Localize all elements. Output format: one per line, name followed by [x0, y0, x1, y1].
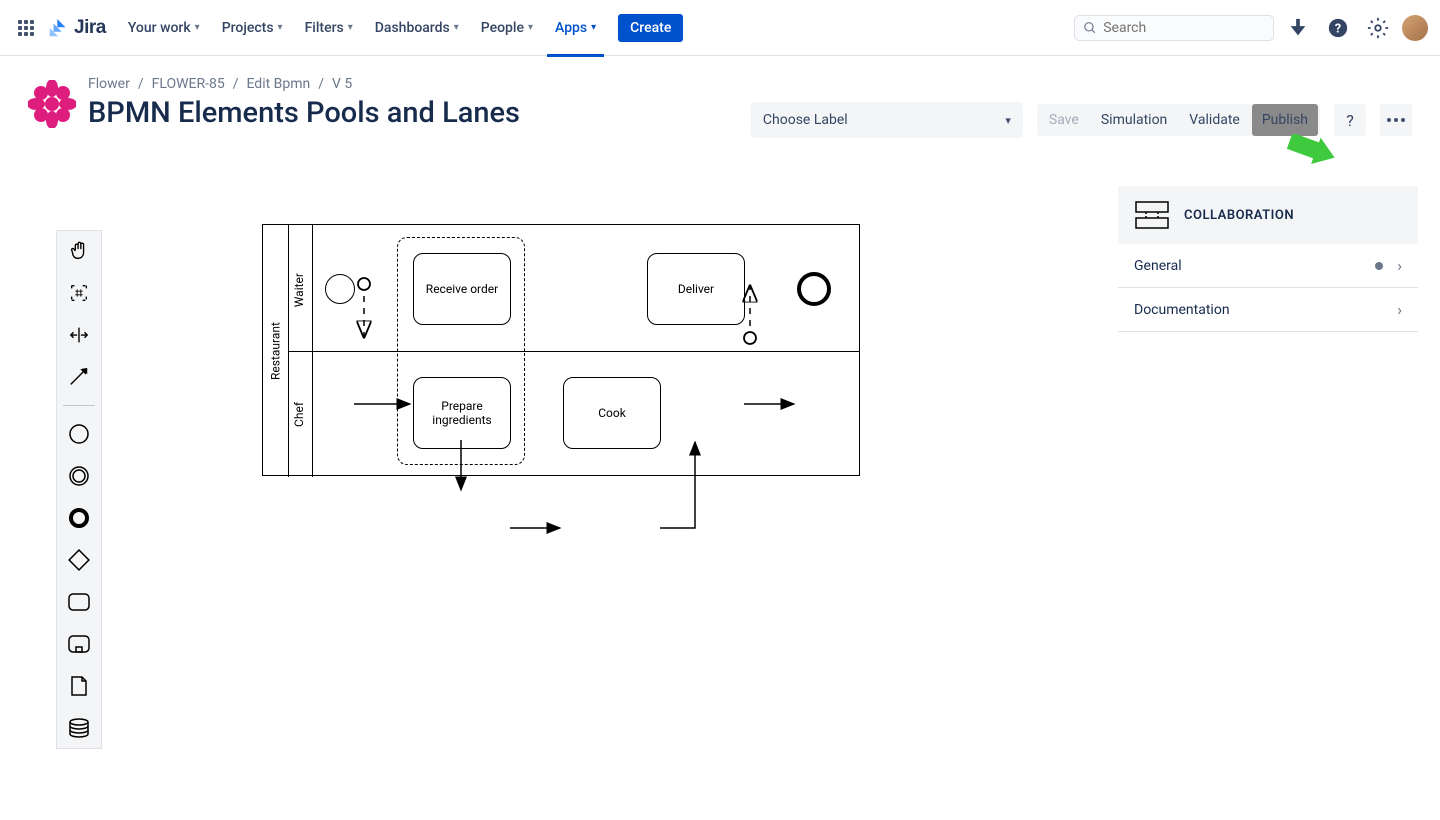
user-avatar[interactable] [1402, 15, 1428, 41]
collaboration-icon [1134, 200, 1170, 230]
properties-panel: COLLABORATION General› Documentation› [1118, 186, 1418, 332]
data-store-icon[interactable] [65, 714, 93, 742]
more-icon [1387, 118, 1405, 122]
nav-apps[interactable]: Apps▾ [547, 16, 604, 40]
app-switcher-icon[interactable] [12, 14, 40, 42]
connect-tool-icon[interactable] [65, 363, 93, 391]
nav-people[interactable]: People▾ [473, 16, 541, 40]
intermediate-event-icon[interactable] [65, 462, 93, 490]
page-header: Flower/ FLOWER-85/ Edit Bpmn/ V 5 BPMN E… [0, 56, 1440, 148]
top-nav: Jira Your work▾ Projects▾ Filters▾ Dashb… [0, 0, 1440, 56]
simulation-button[interactable]: Simulation [1091, 104, 1177, 136]
chevron-down-icon: ▾ [1005, 114, 1011, 127]
breadcrumb: Flower/ FLOWER-85/ Edit Bpmn/ V 5 [88, 76, 520, 92]
more-button[interactable] [1380, 104, 1412, 136]
search-icon [1083, 20, 1097, 36]
jira-logo[interactable]: Jira [46, 16, 106, 40]
save-button: Save [1039, 104, 1089, 136]
notifications-icon[interactable] [1282, 12, 1314, 44]
gateway-icon[interactable] [65, 546, 93, 574]
settings-icon[interactable] [1362, 12, 1394, 44]
project-icon [28, 80, 76, 128]
props-general[interactable]: General› [1118, 244, 1418, 288]
hint-arrow-icon [1278, 134, 1348, 184]
tool-palette [56, 230, 102, 749]
start-event-icon[interactable] [65, 420, 93, 448]
help-button[interactable]: ? [1334, 104, 1366, 136]
space-tool-icon[interactable] [65, 321, 93, 349]
search-input[interactable] [1103, 20, 1265, 36]
task-icon[interactable] [65, 588, 93, 616]
hand-tool-icon[interactable] [65, 237, 93, 265]
subprocess-icon[interactable] [65, 630, 93, 658]
properties-title: COLLABORATION [1184, 208, 1294, 223]
create-button[interactable]: Create [618, 14, 683, 42]
page-title: BPMN Elements Pools and Lanes [88, 96, 520, 130]
breadcrumb-item[interactable]: Edit Bpmn [246, 76, 310, 92]
nav-filters[interactable]: Filters▾ [297, 16, 361, 40]
data-object-icon[interactable] [65, 672, 93, 700]
help-icon[interactable]: ? [1322, 12, 1354, 44]
breadcrumb-item[interactable]: Flower [88, 76, 130, 92]
properties-header: COLLABORATION [1118, 186, 1418, 244]
publish-button[interactable]: Publish [1252, 104, 1318, 136]
search-box[interactable] [1074, 15, 1274, 41]
breadcrumb-item[interactable]: FLOWER-85 [152, 76, 225, 92]
breadcrumb-item[interactable]: V 5 [332, 76, 352, 92]
validate-button[interactable]: Validate [1179, 104, 1250, 136]
nav-your-work[interactable]: Your work▾ [120, 16, 208, 40]
jira-logo-text: Jira [74, 17, 106, 39]
svg-text:?: ? [1335, 21, 1341, 36]
lasso-tool-icon[interactable] [65, 279, 93, 307]
flows [262, 224, 862, 624]
nav-dashboards[interactable]: Dashboards▾ [367, 16, 467, 40]
end-event-icon[interactable] [65, 504, 93, 532]
label-select[interactable]: Choose Label ▾ [751, 102, 1023, 138]
props-documentation[interactable]: Documentation› [1118, 288, 1418, 332]
nav-projects[interactable]: Projects▾ [214, 16, 291, 40]
